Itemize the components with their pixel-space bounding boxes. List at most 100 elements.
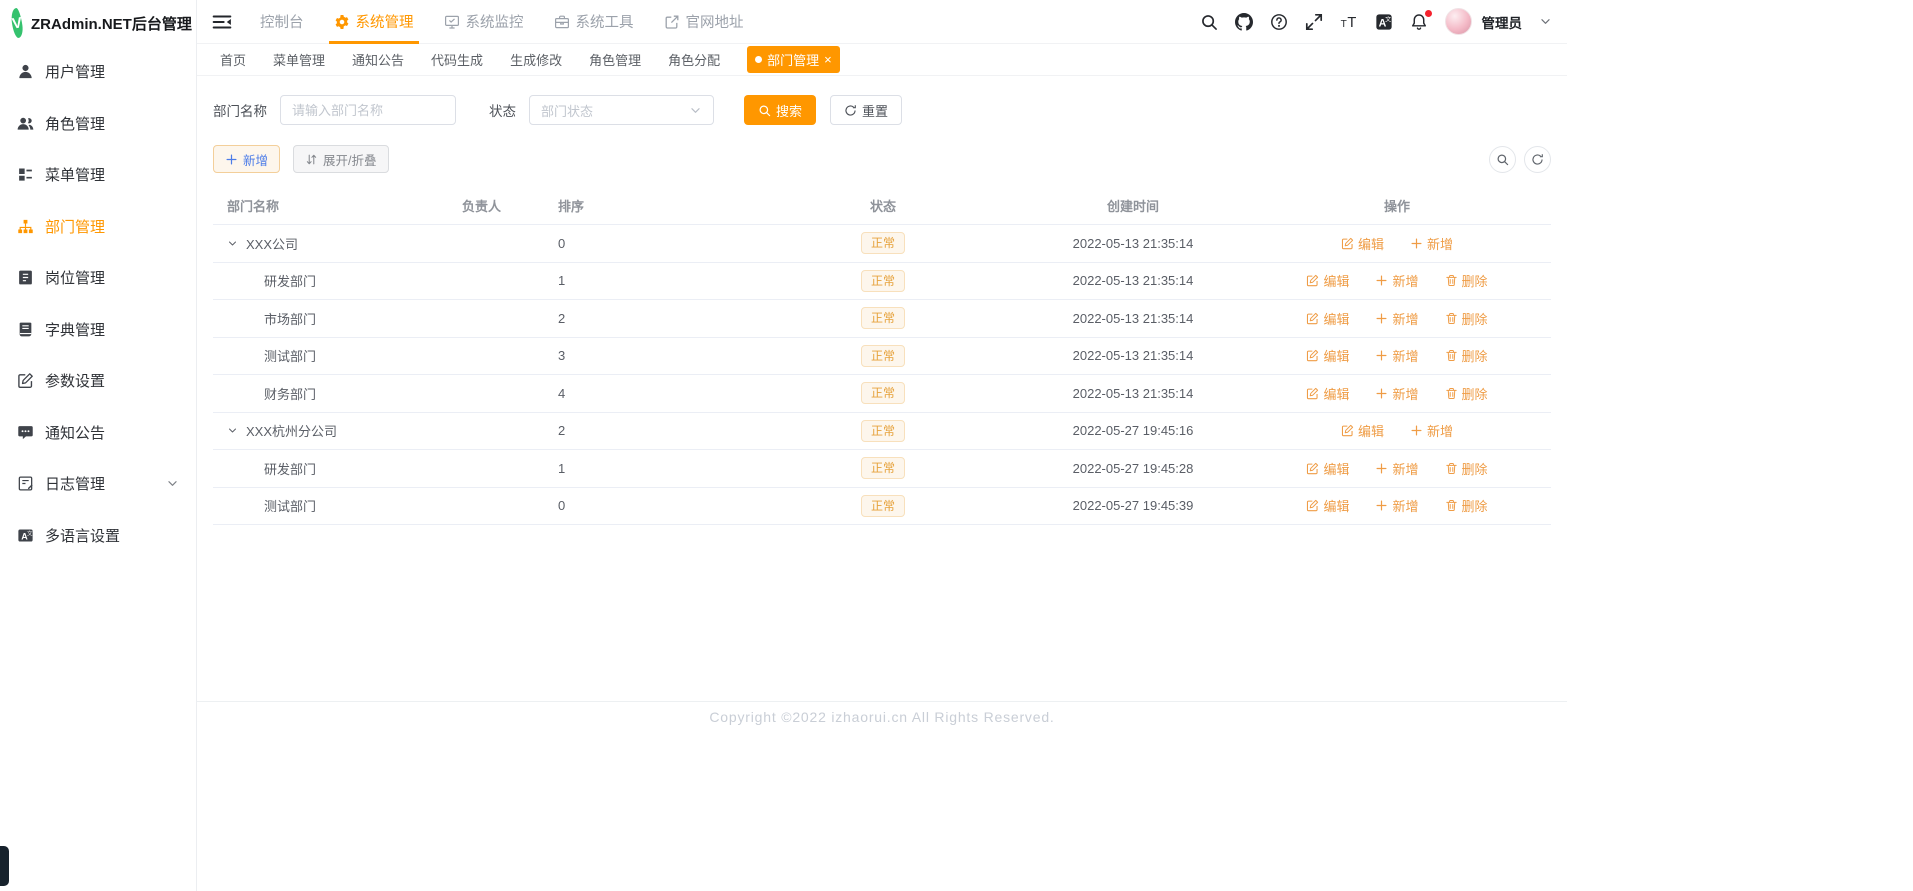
sidebar-item-menus[interactable]: 菜单管理 xyxy=(0,149,196,201)
top-menu-item-console[interactable]: 控制台 xyxy=(260,0,304,44)
created-at-cell: 2022-05-13 21:35:14 xyxy=(1023,224,1243,263)
tab-codegen-edit[interactable]: 生成修改 xyxy=(510,50,562,69)
leader-cell xyxy=(454,412,550,450)
sidebar-item-posts[interactable]: 岗位管理 xyxy=(0,252,196,304)
tab-menu[interactable]: 菜单管理 xyxy=(273,50,325,69)
sidebar-item-depts[interactable]: 部门管理 xyxy=(0,201,196,253)
sort-cell: 0 xyxy=(550,487,743,525)
refresh-table-button[interactable] xyxy=(1524,145,1551,173)
expand-row-icon[interactable] xyxy=(227,425,238,436)
tab-label: 角色分配 xyxy=(668,53,721,68)
expand-collapse-button[interactable]: 展开/折叠 xyxy=(293,145,389,173)
collapse-sidebar-icon[interactable] xyxy=(212,13,232,31)
plus-icon xyxy=(1410,424,1423,437)
sidebar-item-notices[interactable]: 通知公告 xyxy=(0,407,196,459)
tab-dept[interactable]: 部门管理 × xyxy=(747,46,840,73)
table-row: 市场部门 2 正常 2022-05-13 21:35:14 编辑 新增 删除 xyxy=(213,299,1551,338)
add-action-link[interactable]: 新增 xyxy=(1375,384,1419,403)
sidebar-item-dicts[interactable]: 字典管理 xyxy=(0,304,196,356)
leader-cell xyxy=(454,337,550,375)
edit-action-link[interactable]: 编辑 xyxy=(1341,421,1384,440)
expand-row-icon[interactable] xyxy=(227,238,238,249)
status-cell: 正常 xyxy=(743,412,1023,450)
status-select[interactable]: 部门状态 xyxy=(529,95,714,125)
add-action-link[interactable]: 新增 xyxy=(1375,496,1419,515)
sidebar-item-logs[interactable]: 日志管理 xyxy=(0,458,196,510)
edit-action-link[interactable]: 编辑 xyxy=(1306,346,1349,365)
top-menu-item-system-monitor[interactable]: 系统监控 xyxy=(444,0,524,44)
dept-name-cell: 财务部门 xyxy=(213,374,454,413)
tab-label: 角色管理 xyxy=(589,53,642,68)
add-action-link[interactable]: 新增 xyxy=(1375,459,1419,478)
close-tab-icon[interactable]: × xyxy=(824,53,832,66)
tab-notice[interactable]: 通知公告 xyxy=(352,50,404,69)
sidebar-item-users[interactable]: 用户管理 xyxy=(0,46,196,98)
sidebar-item-params[interactable]: 参数设置 xyxy=(0,355,196,407)
help-button[interactable] xyxy=(1270,13,1288,31)
edit-action-link[interactable]: 编辑 xyxy=(1306,459,1349,478)
scrollbar-thumb[interactable] xyxy=(0,846,9,886)
delete-action-link[interactable]: 删除 xyxy=(1445,384,1488,403)
language-button[interactable]: A文 xyxy=(1375,13,1393,31)
sidebar-item-label: 部门管理 xyxy=(45,218,106,236)
plus-icon xyxy=(1375,312,1388,325)
delete-action-link[interactable]: 删除 xyxy=(1445,496,1488,515)
help-icon xyxy=(1270,13,1288,31)
tab-codegen[interactable]: 代码生成 xyxy=(431,50,483,69)
leader-cell xyxy=(454,299,550,338)
tab-role-assign[interactable]: 角色分配 xyxy=(668,50,720,69)
toolbox-icon xyxy=(554,14,570,30)
app-logo[interactable]: V ZRAdmin.NET后台管理 xyxy=(0,0,196,46)
top-menu-label: 系统工具 xyxy=(575,15,634,31)
chevron-down-icon[interactable] xyxy=(1539,15,1552,28)
action-link-label: 编辑 xyxy=(1357,424,1384,440)
avatar[interactable] xyxy=(1444,8,1472,35)
search-button[interactable] xyxy=(1200,13,1218,31)
notifications-button[interactable] xyxy=(1410,9,1432,31)
status-cell: 正常 xyxy=(743,487,1023,525)
top-menu-item-website[interactable]: 官网地址 xyxy=(664,0,744,44)
edit-icon xyxy=(1306,462,1319,475)
fullscreen-icon xyxy=(1305,13,1323,31)
toggle-search-button[interactable] xyxy=(1489,145,1516,173)
add-action-link[interactable]: 新增 xyxy=(1375,271,1419,290)
tab-role[interactable]: 角色管理 xyxy=(589,50,641,69)
column-header-sort: 排序 xyxy=(550,187,743,225)
actions-cell: 编辑 新增 xyxy=(1243,412,1551,450)
plus-icon xyxy=(225,153,238,166)
add-action-link[interactable]: 新增 xyxy=(1410,234,1453,253)
dept-name-input[interactable] xyxy=(280,95,456,125)
action-link-label: 编辑 xyxy=(1323,386,1350,402)
edit-action-link[interactable]: 编辑 xyxy=(1306,384,1349,403)
sidebar-item-i18n[interactable]: A 文多语言设置 xyxy=(0,510,196,562)
top-menu-item-system-tools[interactable]: 系统工具 xyxy=(554,0,634,44)
refresh-icon xyxy=(844,104,857,117)
edit-action-link[interactable]: 编辑 xyxy=(1306,309,1349,328)
delete-action-link[interactable]: 删除 xyxy=(1445,309,1488,328)
leader-cell xyxy=(454,262,550,300)
search-button[interactable]: 搜索 xyxy=(744,95,817,125)
reset-button[interactable]: 重置 xyxy=(830,95,903,125)
github-button[interactable] xyxy=(1234,12,1253,31)
user-name[interactable]: 管理员 xyxy=(1482,12,1523,32)
leader-cell xyxy=(454,449,550,488)
action-link-label: 删除 xyxy=(1461,274,1488,290)
svg-text:T: T xyxy=(1347,15,1356,31)
sidebar-item-roles[interactable]: 角色管理 xyxy=(0,98,196,150)
delete-action-link[interactable]: 删除 xyxy=(1445,271,1488,290)
edit-action-link[interactable]: 编辑 xyxy=(1341,234,1384,253)
delete-action-link[interactable]: 删除 xyxy=(1445,346,1488,365)
top-menu-item-system-manage[interactable]: 系统管理 xyxy=(328,0,419,44)
fullscreen-button[interactable] xyxy=(1305,13,1323,31)
add-action-link[interactable]: 新增 xyxy=(1375,309,1419,328)
tag-tabs-bar: 首页 菜单管理 通知公告 代码生成 生成修改 角色管理 角色分配 部门管理 × xyxy=(197,44,1567,76)
add-action-link[interactable]: 新增 xyxy=(1375,346,1419,365)
edit-action-link[interactable]: 编辑 xyxy=(1306,496,1349,515)
tab-home[interactable]: 首页 xyxy=(220,50,246,69)
add-button[interactable]: 新增 xyxy=(213,145,281,173)
delete-action-link[interactable]: 删除 xyxy=(1445,459,1488,478)
add-action-link[interactable]: 新增 xyxy=(1410,421,1453,440)
font-size-button[interactable]: TT xyxy=(1340,13,1358,31)
actions-cell: 编辑 新增 删除 xyxy=(1243,299,1551,338)
edit-action-link[interactable]: 编辑 xyxy=(1306,271,1349,290)
